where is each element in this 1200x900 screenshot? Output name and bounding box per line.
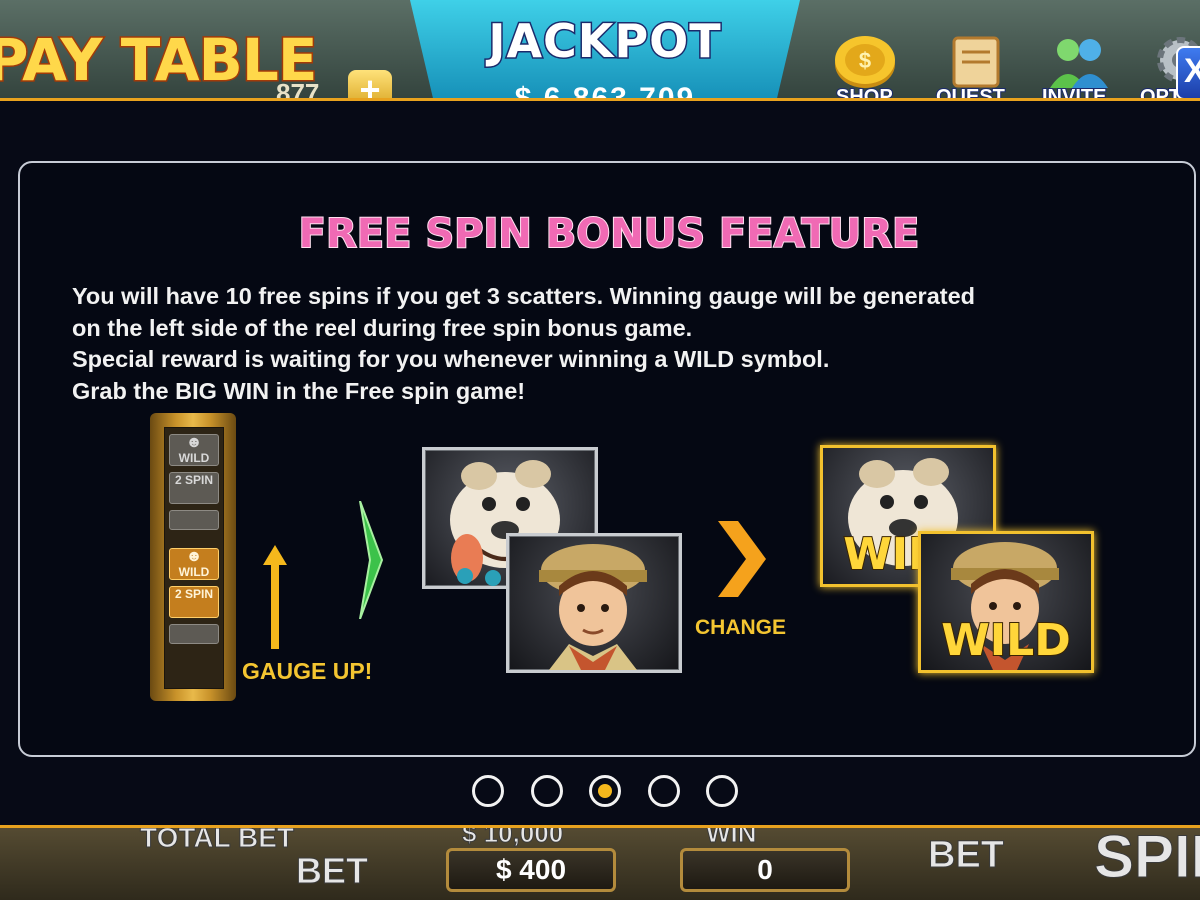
explorer-symbol <box>506 533 682 673</box>
svg-text:$: $ <box>859 48 871 73</box>
total-bet-label: TOTAL BET <box>140 828 295 854</box>
change-label: CHANGE <box>695 616 787 639</box>
bottom-bar: TOTAL BET BET $ 10,000 $ 400 WIN 0 BET S… <box>0 828 1200 900</box>
page-dot-3-active[interactable] <box>589 775 621 807</box>
feature-title: FREE SPIN BONUS FEATURE <box>298 210 921 258</box>
friends-icon <box>1050 39 1108 88</box>
gauge-cell-wild: ☻ WILD <box>169 434 219 466</box>
gauge-up-arrow-icon <box>263 545 287 649</box>
page-dot-2[interactable] <box>531 775 563 807</box>
scroll-icon <box>952 36 1000 88</box>
top-header-bar: JACKPOT $ 6,863,709 PAY TABLE 877 + $ SH… <box>0 0 1200 100</box>
description-line: You will have 10 free spins if you get 3… <box>72 283 976 309</box>
page-dot-4[interactable] <box>648 775 680 807</box>
gauge-cell-2spin-active: 2 SPIN <box>169 586 219 618</box>
jackpot-title: JACKPOT <box>487 13 722 70</box>
pay-table-popup: FREE SPIN BONUS FEATURE You will have 10… <box>0 98 1200 828</box>
green-arrow-icon <box>359 501 384 619</box>
gauge-cell-empty <box>169 510 219 530</box>
add-coins-button[interactable]: + <box>348 70 392 100</box>
bet-value-field[interactable]: $ 400 <box>446 848 616 892</box>
gauge-up-label: GAUGE UP! <box>242 658 373 684</box>
win-value-field: 0 <box>680 848 850 892</box>
coin-count: 877 <box>276 78 320 100</box>
pay-table-title: PAY TABLE <box>0 25 319 96</box>
max-bet-value: $ 10,000 <box>461 828 564 849</box>
description-line: on the left side of the reel during free… <box>72 314 693 341</box>
page-dot-5[interactable] <box>706 775 738 807</box>
bet-button[interactable]: BET <box>928 834 1005 877</box>
close-button[interactable]: X <box>1176 46 1200 100</box>
description-line: Grab the BIG WIN in the Free spin game! <box>72 377 526 404</box>
gauge-cell-empty <box>169 624 219 644</box>
feature-description: You will have 10 free spins if you get 3… <box>72 281 1172 407</box>
gauge-track: ☻ WILD 2 SPIN ☻ WILD 2 SPIN <box>164 427 224 689</box>
wild-label: WILD <box>940 614 1071 667</box>
page-dot-1[interactable] <box>472 775 504 807</box>
coin-icon: $ <box>835 36 895 88</box>
gauge-cell-2spin: 2 SPIN <box>169 472 219 504</box>
explorer-wild-symbol: WILD <box>918 531 1094 673</box>
explorer-portrait-icon <box>539 544 647 670</box>
spin-button[interactable]: SPIN <box>1093 828 1200 891</box>
chevron-right-icon <box>718 521 766 597</box>
content-panel: FREE SPIN BONUS FEATURE You will have 10… <box>18 161 1196 757</box>
win-label: WIN <box>706 828 758 849</box>
winning-gauge: ☻ WILD 2 SPIN ☻ WILD 2 SPIN <box>150 413 236 701</box>
description-line: Special reward is waiting for you whenev… <box>72 346 830 372</box>
bet-label: BET <box>296 850 369 892</box>
gauge-cell-wild-active: ☻ WILD <box>169 548 219 580</box>
